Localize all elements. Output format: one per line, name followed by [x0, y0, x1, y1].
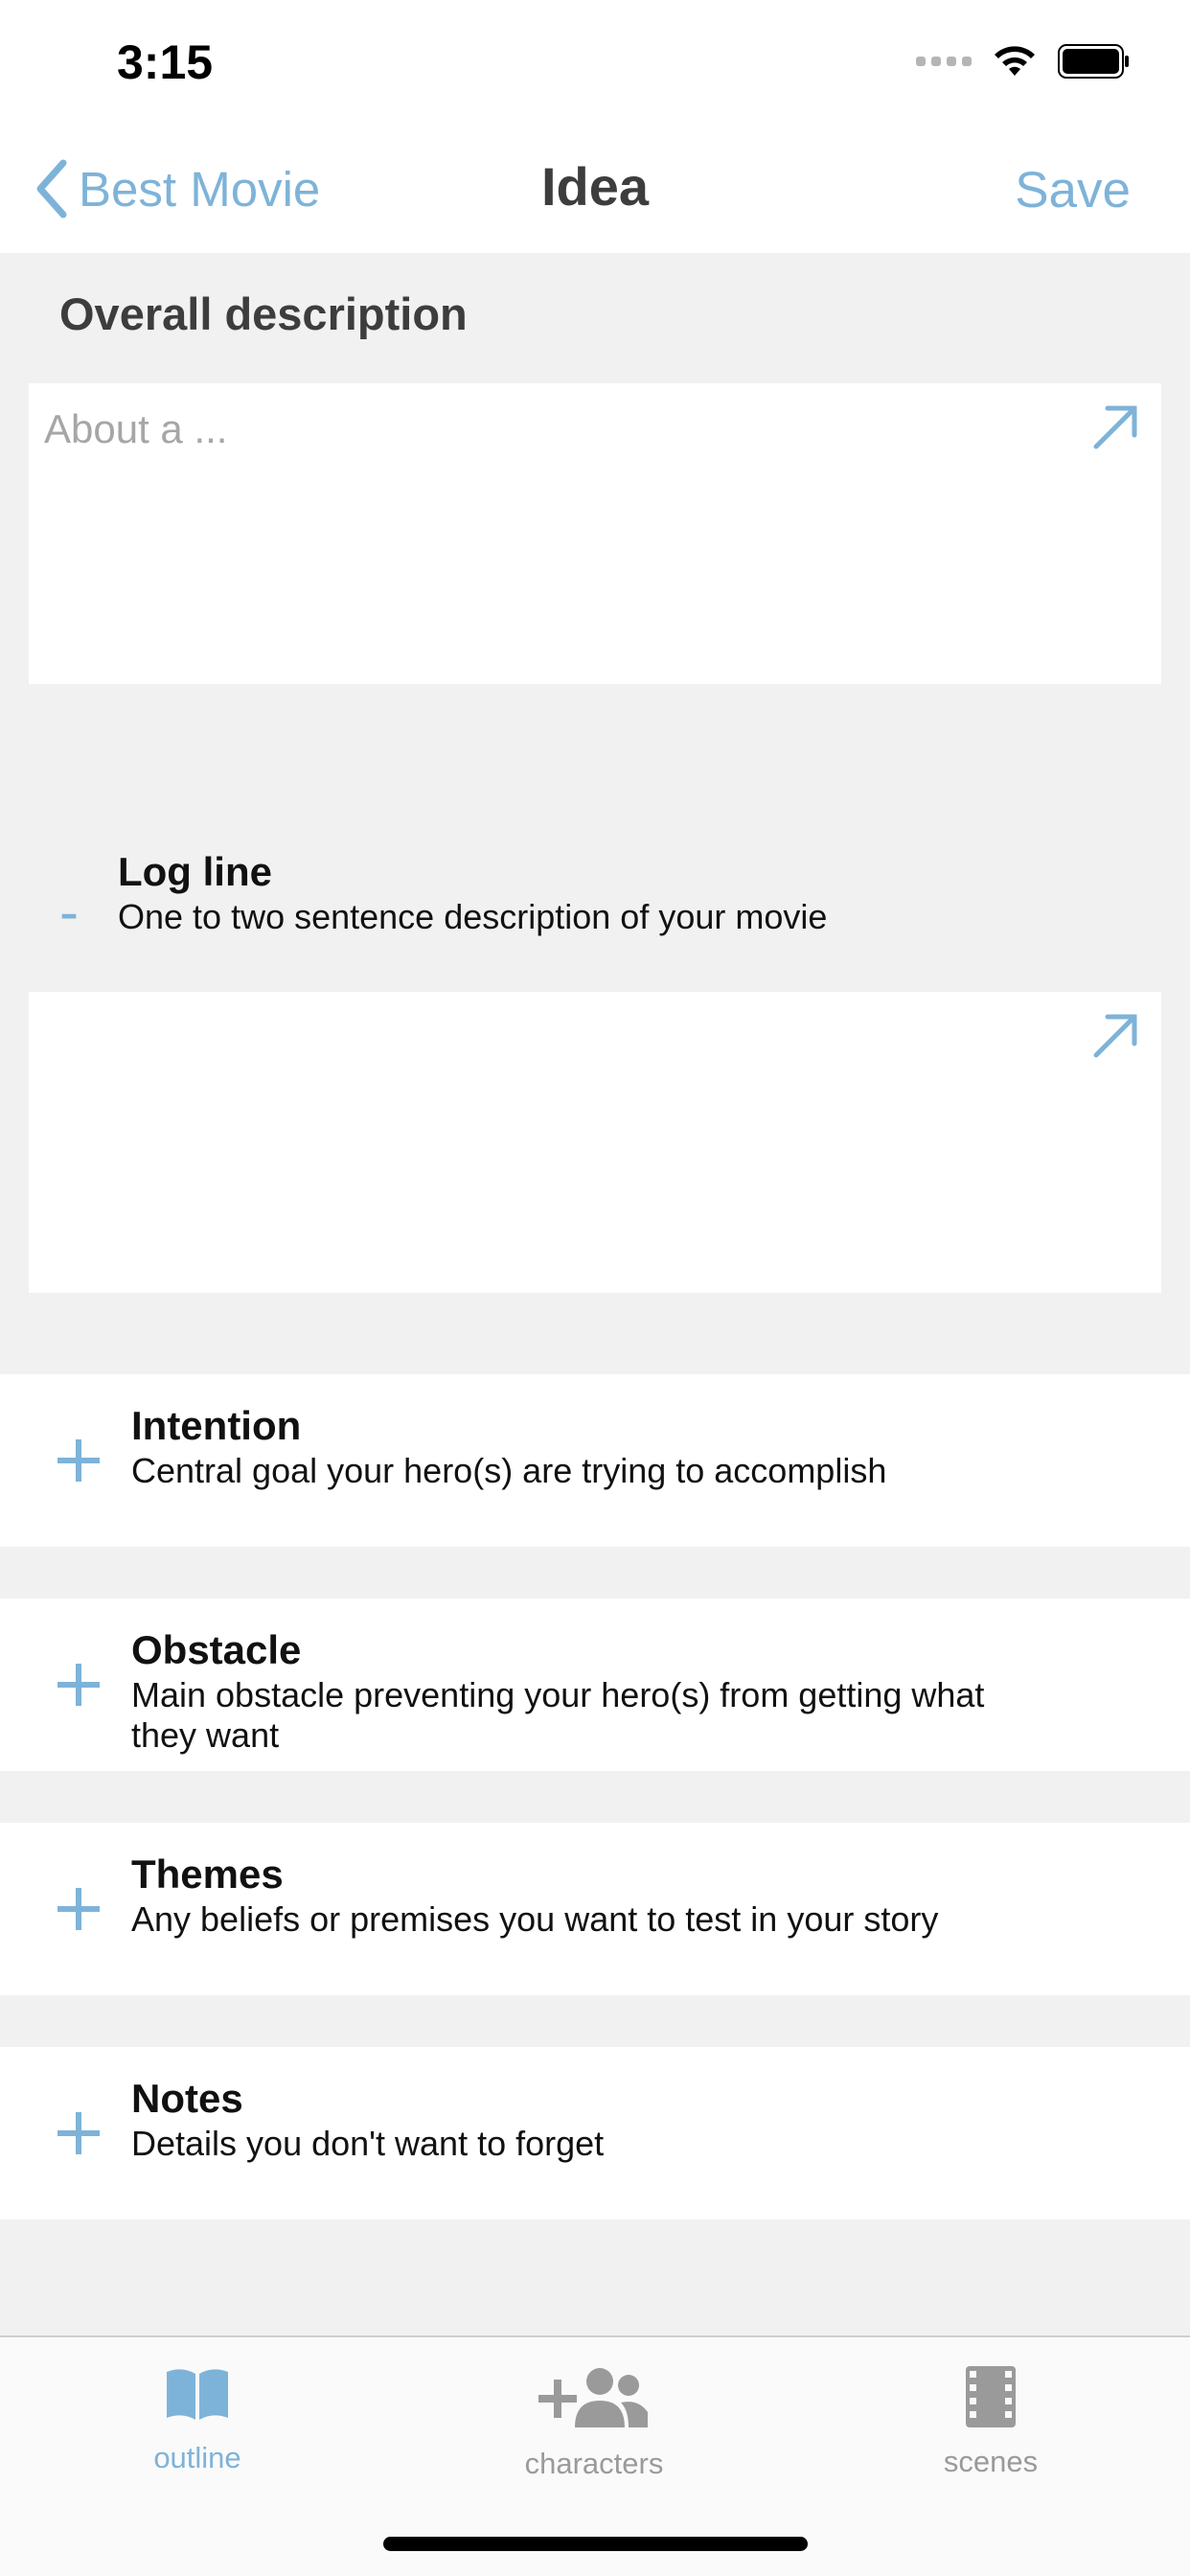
- status-time: 3:15: [117, 35, 214, 89]
- section-themes[interactable]: Themes Any beliefs or premises you want …: [0, 1823, 1190, 1995]
- status-bar: 3:15: [0, 0, 1190, 125]
- section-description: Any beliefs or premises you want to test…: [131, 1899, 939, 1939]
- navigation-bar: Best Movie Idea Save: [0, 125, 1190, 253]
- add-people-icon: [538, 2368, 648, 2427]
- section-description: Central goal your hero(s) are trying to …: [131, 1451, 887, 1490]
- log-line-title: Log line: [118, 849, 272, 894]
- battery-icon: [1058, 44, 1129, 79]
- expand-arrow-icon[interactable]: [1088, 1009, 1142, 1063]
- section-intention[interactable]: Intention Central goal your hero(s) are …: [0, 1374, 1190, 1547]
- section-description: Details you don't want to forget: [131, 2124, 605, 2163]
- log-line-description: One to two sentence description of your …: [118, 897, 828, 936]
- plus-icon[interactable]: [57, 2112, 100, 2154]
- log-line-header[interactable]: - Log line One to two sentence descripti…: [0, 843, 1190, 958]
- plus-icon[interactable]: [57, 1664, 100, 1706]
- section-obstacle[interactable]: Obstacle Main obstacle preventing your h…: [0, 1598, 1190, 1771]
- cellular-signal-icon: [916, 57, 972, 66]
- wifi-icon: [995, 46, 1035, 76]
- section-title: Themes: [131, 1852, 284, 1897]
- tab-characters[interactable]: characters: [450, 2366, 738, 2481]
- overall-description-placeholder: About a ...: [44, 406, 228, 451]
- section-notes[interactable]: Notes Details you don't want to forget: [0, 2047, 1190, 2220]
- tab-outline[interactable]: outline: [54, 2366, 341, 2475]
- tab-scenes[interactable]: scenes: [847, 2366, 1134, 2479]
- home-indicator[interactable]: [383, 2537, 808, 2551]
- plus-icon[interactable]: [57, 1888, 100, 1930]
- overall-description-field[interactable]: About a ...: [29, 383, 1161, 684]
- overall-description-heading: Overall description: [59, 288, 468, 339]
- expand-arrow-icon[interactable]: [1088, 401, 1142, 454]
- tab-label: characters: [524, 2447, 664, 2480]
- page-title: Idea: [540, 156, 650, 217]
- section-description: Main obstacle preventing your hero(s) fr…: [131, 1675, 985, 1755]
- tab-label: outline: [153, 2441, 241, 2474]
- tab-label: scenes: [943, 2445, 1039, 2478]
- section-title: Intention: [131, 1403, 302, 1448]
- section-title: Obstacle: [131, 1627, 302, 1672]
- film-icon: [966, 2366, 1016, 2427]
- section-title: Notes: [131, 2076, 243, 2121]
- status-icons: [916, 42, 1131, 80]
- log-line-field[interactable]: [29, 992, 1161, 1293]
- plus-icon[interactable]: [57, 1439, 100, 1482]
- collapse-toggle[interactable]: -: [59, 884, 79, 941]
- book-icon: [167, 2369, 228, 2420]
- save-button[interactable]: Save: [1015, 161, 1131, 219]
